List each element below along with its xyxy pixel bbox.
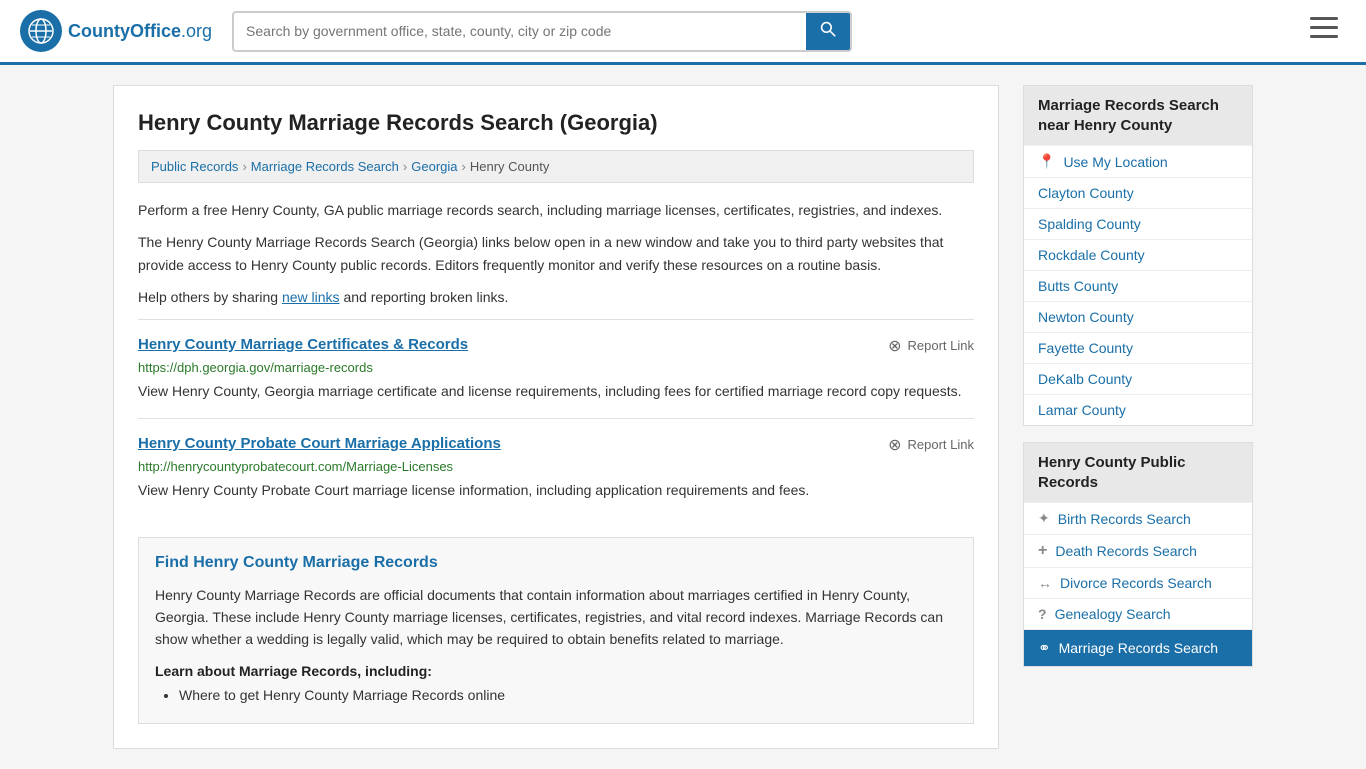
sidebar-birth-records[interactable]: ✦ Birth Records Search (1024, 502, 1252, 534)
search-input[interactable] (234, 15, 806, 47)
learn-title: Learn about Marriage Records, including: (155, 663, 957, 679)
logo[interactable]: CountyOffice.org (20, 10, 212, 52)
marriage-icon: ⚭ (1038, 639, 1051, 657)
report-icon-2: ⊗ (888, 435, 901, 455)
main-content: Henry County Marriage Records Search (Ge… (113, 85, 999, 749)
birth-icon: ✦ (1038, 510, 1050, 527)
record-desc-2: View Henry County Probate Court marriage… (138, 480, 974, 501)
sidebar: Marriage Records Search near Henry Count… (1023, 85, 1253, 749)
sidebar-item-rockdale[interactable]: Rockdale County (1024, 239, 1252, 270)
logo-icon (20, 10, 62, 52)
sidebar-nearby-title: Marriage Records Search near Henry Count… (1024, 86, 1252, 145)
breadcrumb: Public Records › Marriage Records Search… (138, 150, 974, 183)
record-url-2[interactable]: http://henrycountyprobatecourt.com/Marri… (138, 459, 974, 474)
record-title-1[interactable]: Henry County Marriage Certificates & Rec… (138, 336, 468, 353)
divorce-icon: ↔ (1038, 575, 1052, 591)
find-section-title: Find Henry County Marriage Records (155, 554, 957, 572)
breadcrumb-georgia[interactable]: Georgia (411, 159, 457, 174)
location-pin-icon: 📍 (1038, 153, 1055, 170)
header: CountyOffice.org (0, 0, 1366, 65)
report-link-label-1: Report Link (908, 338, 974, 353)
new-links-link[interactable]: new links (282, 289, 340, 305)
genealogy-icon: ? (1038, 606, 1047, 622)
find-section-text: Henry County Marriage Records are offici… (155, 584, 957, 651)
intro-text-1: Perform a free Henry County, GA public m… (138, 199, 974, 221)
record-url-1[interactable]: https://dph.georgia.gov/marriage-records (138, 360, 974, 375)
sidebar-divorce-records[interactable]: ↔ Divorce Records Search (1024, 567, 1252, 598)
intro-text-3: Help others by sharing new links and rep… (138, 286, 974, 308)
find-section: Find Henry County Marriage Records Henry… (138, 537, 974, 724)
sidebar-marriage-records-active[interactable]: ⚭ Marriage Records Search (1024, 629, 1252, 666)
search-button[interactable] (806, 13, 850, 50)
report-link-label-2: Report Link (908, 437, 974, 452)
breadcrumb-public-records[interactable]: Public Records (151, 159, 238, 174)
sidebar-item-spalding[interactable]: Spalding County (1024, 208, 1252, 239)
page-title: Henry County Marriage Records Search (Ge… (138, 110, 974, 136)
logo-text: CountyOffice.org (68, 21, 212, 42)
breadcrumb-current: Henry County (470, 159, 549, 174)
report-icon-1: ⊗ (888, 336, 901, 356)
page-wrapper: Henry County Marriage Records Search (Ge… (93, 65, 1273, 769)
sidebar-item-butts[interactable]: Butts County (1024, 270, 1252, 301)
sidebar-public-records-title: Henry County Public Records (1024, 443, 1252, 502)
sidebar-item-clayton[interactable]: Clayton County (1024, 177, 1252, 208)
sidebar-nearby: Marriage Records Search near Henry Count… (1023, 85, 1253, 426)
sidebar-use-my-location[interactable]: 📍 Use My Location (1024, 145, 1252, 177)
marriage-records-active-link[interactable]: ⚭ Marriage Records Search (1038, 639, 1218, 657)
record-block-1: Henry County Marriage Certificates & Rec… (138, 319, 974, 418)
record-desc-1: View Henry County, Georgia marriage cert… (138, 381, 974, 402)
breadcrumb-marriage-records[interactable]: Marriage Records Search (251, 159, 399, 174)
record-block-2: Henry County Probate Court Marriage Appl… (138, 418, 974, 517)
sidebar-item-lamar[interactable]: Lamar County (1024, 394, 1252, 425)
learn-list: Where to get Henry County Marriage Recor… (155, 687, 957, 703)
record-header-2: Henry County Probate Court Marriage Appl… (138, 435, 974, 455)
record-title-2[interactable]: Henry County Probate Court Marriage Appl… (138, 435, 501, 452)
report-link-btn-2[interactable]: ⊗ Report Link (888, 435, 974, 455)
death-icon: + (1038, 542, 1047, 560)
sidebar-item-fayette[interactable]: Fayette County (1024, 332, 1252, 363)
record-header-1: Henry County Marriage Certificates & Rec… (138, 336, 974, 356)
menu-button[interactable] (1302, 13, 1346, 50)
sidebar-item-dekalb[interactable]: DeKalb County (1024, 363, 1252, 394)
sidebar-item-newton[interactable]: Newton County (1024, 301, 1252, 332)
sidebar-death-records[interactable]: + Death Records Search (1024, 534, 1252, 567)
sidebar-genealogy-search[interactable]: ? Genealogy Search (1024, 598, 1252, 629)
learn-item-1: Where to get Henry County Marriage Recor… (179, 687, 957, 703)
use-my-location-link[interactable]: Use My Location (1063, 154, 1167, 170)
report-link-btn-1[interactable]: ⊗ Report Link (888, 336, 974, 356)
search-bar (232, 11, 852, 52)
sidebar-public-records: Henry County Public Records ✦ Birth Reco… (1023, 442, 1253, 667)
intro-text-2: The Henry County Marriage Records Search… (138, 231, 974, 276)
